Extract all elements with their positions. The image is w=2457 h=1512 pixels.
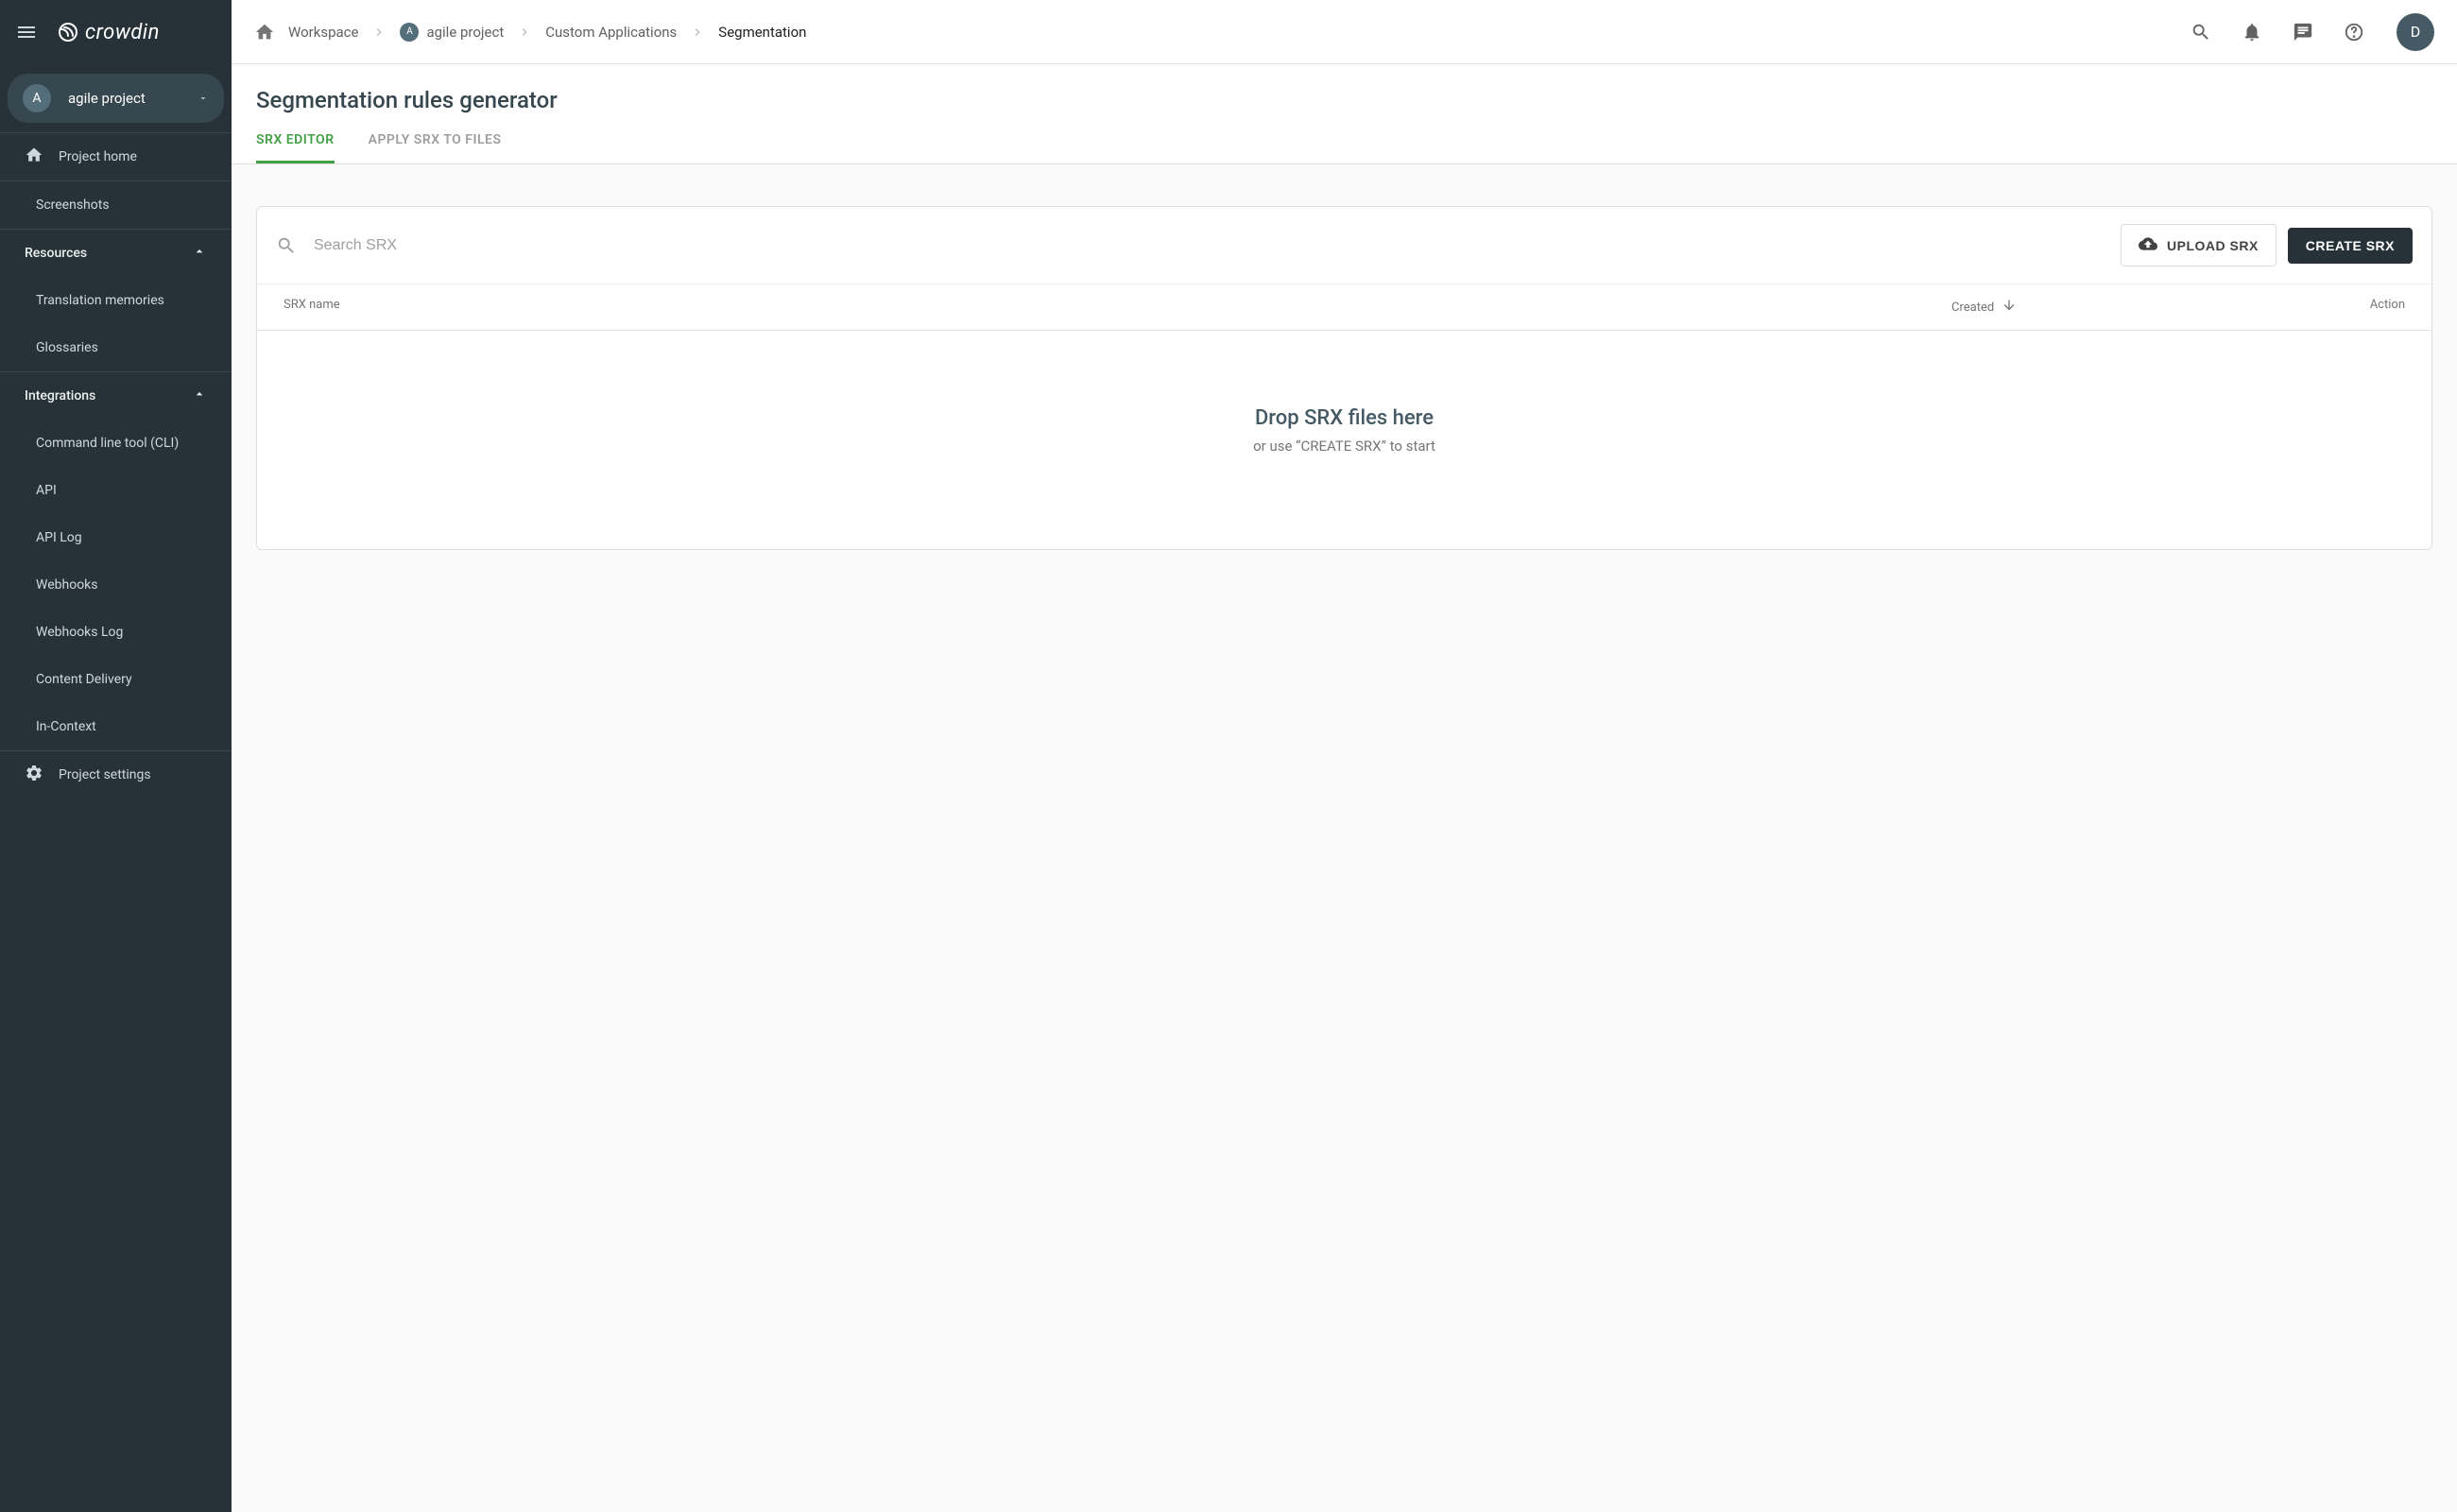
column-srx-name[interactable]: SRX name — [284, 298, 1951, 317]
sidebar-item-project-home[interactable]: Project home — [0, 133, 232, 180]
dropzone[interactable]: Drop SRX files here or use “CREATE SRX” … — [257, 331, 2431, 549]
sidebar-item-label: Integrations — [25, 388, 95, 404]
project-avatar: A — [23, 84, 51, 112]
button-label: CREATE SRX — [2306, 238, 2395, 253]
sidebar-item-label: Webhooks — [36, 577, 98, 593]
search-input[interactable] — [314, 237, 2109, 254]
sidebar-item-glossaries[interactable]: Glossaries — [0, 324, 232, 371]
crowdin-logo[interactable]: crowdin — [57, 21, 160, 44]
breadcrumb-project-avatar: A — [400, 23, 419, 42]
content-area: UPLOAD SRX CREATE SRX SRX name Created A… — [232, 164, 2457, 1512]
sidebar-item-label: In-Context — [36, 719, 96, 734]
tab-apply-srx[interactable]: APPLY SRX TO FILES — [369, 132, 502, 163]
table-header: SRX name Created Action — [257, 284, 2431, 331]
sidebar-item-screenshots[interactable]: Screenshots — [0, 181, 232, 229]
column-label: Created — [1951, 301, 1994, 315]
hamburger-icon[interactable] — [15, 21, 38, 43]
arrow-down-icon — [2002, 298, 2017, 317]
breadcrumb-project[interactable]: A agile project — [400, 23, 504, 42]
chevron-down-icon — [198, 90, 209, 108]
sidebar-item-api[interactable]: API — [0, 467, 232, 514]
chevron-up-icon — [192, 387, 207, 405]
breadcrumb-segmentation: Segmentation — [718, 24, 806, 41]
chevron-right-icon — [371, 25, 387, 40]
breadcrumb-project-label: agile project — [426, 24, 504, 41]
sidebar-item-label: Glossaries — [36, 340, 98, 355]
sidebar-item-label: API — [36, 483, 57, 498]
panel-toolbar: UPLOAD SRX CREATE SRX — [257, 207, 2431, 284]
sidebar-item-webhooks[interactable]: Webhooks — [0, 561, 232, 609]
sidebar-item-webhooks-log[interactable]: Webhooks Log — [0, 609, 232, 656]
user-avatar[interactable]: D — [2397, 13, 2434, 51]
sidebar: crowdin A agile project Project home Scr… — [0, 0, 232, 1512]
sidebar-item-label: API Log — [36, 530, 82, 545]
search-icon[interactable] — [2185, 16, 2217, 48]
tabs: SRX EDITOR APPLY SRX TO FILES — [232, 132, 2457, 164]
sidebar-item-label: Content Delivery — [36, 672, 132, 687]
sidebar-item-api-log[interactable]: API Log — [0, 514, 232, 561]
sidebar-item-project-settings[interactable]: Project settings — [0, 751, 232, 799]
topbar: Workspace A agile project Custom Applica… — [232, 0, 2457, 64]
search-wrap — [276, 235, 2109, 256]
bell-icon[interactable] — [2236, 16, 2268, 48]
chevron-up-icon — [192, 244, 207, 263]
sidebar-header: crowdin — [0, 0, 232, 64]
breadcrumb-home-icon[interactable] — [254, 22, 275, 43]
chevron-right-icon — [517, 25, 532, 40]
sidebar-item-in-context[interactable]: In-Context — [0, 703, 232, 750]
home-icon — [25, 146, 43, 168]
main: Workspace A agile project Custom Applica… — [232, 0, 2457, 1512]
messages-icon[interactable] — [2287, 16, 2319, 48]
sidebar-item-label: Screenshots — [36, 198, 110, 213]
button-label: UPLOAD SRX — [2167, 238, 2259, 253]
chevron-right-icon — [690, 25, 705, 40]
breadcrumb-workspace[interactable]: Workspace — [288, 24, 358, 41]
create-srx-button[interactable]: CREATE SRX — [2288, 228, 2413, 264]
cloud-upload-icon — [2139, 234, 2157, 256]
breadcrumb-custom-applications[interactable]: Custom Applications — [545, 24, 677, 41]
sidebar-item-cli[interactable]: Command line tool (CLI) — [0, 420, 232, 467]
sidebar-item-label: Command line tool (CLI) — [36, 436, 179, 451]
column-created[interactable]: Created — [1951, 298, 2311, 317]
sidebar-section-resources[interactable]: Resources — [0, 230, 232, 277]
upload-srx-button[interactable]: UPLOAD SRX — [2121, 224, 2277, 266]
project-selector[interactable]: A agile project — [8, 74, 224, 123]
dropzone-subtitle: or use “CREATE SRX” to start — [276, 438, 2413, 455]
sidebar-item-label: Project home — [59, 149, 137, 164]
dropzone-title: Drop SRX files here — [276, 406, 2413, 430]
help-icon[interactable] — [2338, 16, 2370, 48]
sidebar-item-label: Translation memories — [36, 293, 164, 308]
gear-icon — [25, 764, 43, 786]
sidebar-item-label: Project settings — [59, 767, 151, 782]
project-name-label: agile project — [68, 90, 198, 107]
sidebar-item-translation-memories[interactable]: Translation memories — [0, 277, 232, 324]
breadcrumb: Workspace A agile project Custom Applica… — [254, 22, 2185, 43]
column-action: Action — [2311, 298, 2405, 317]
tab-srx-editor[interactable]: SRX EDITOR — [256, 132, 335, 163]
sidebar-item-content-delivery[interactable]: Content Delivery — [0, 656, 232, 703]
topbar-actions: D — [2185, 13, 2434, 51]
srx-panel: UPLOAD SRX CREATE SRX SRX name Created A… — [256, 206, 2432, 550]
page-header: Segmentation rules generator — [232, 64, 2457, 113]
sidebar-item-label: Resources — [25, 246, 87, 261]
search-icon — [276, 235, 297, 256]
sidebar-item-label: Webhooks Log — [36, 625, 123, 640]
sidebar-section-integrations[interactable]: Integrations — [0, 372, 232, 420]
page-title: Segmentation rules generator — [256, 87, 2432, 113]
